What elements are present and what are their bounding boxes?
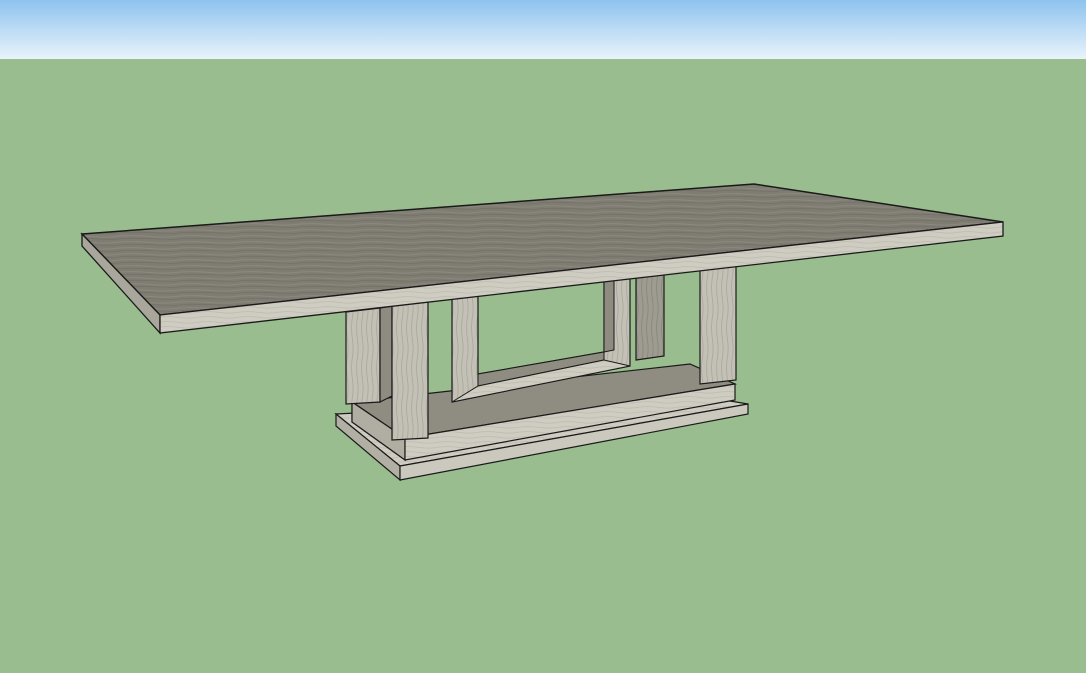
table-model[interactable] [0,0,1086,673]
3d-viewport[interactable] [0,0,1086,673]
tabletop[interactable] [80,183,1004,335]
